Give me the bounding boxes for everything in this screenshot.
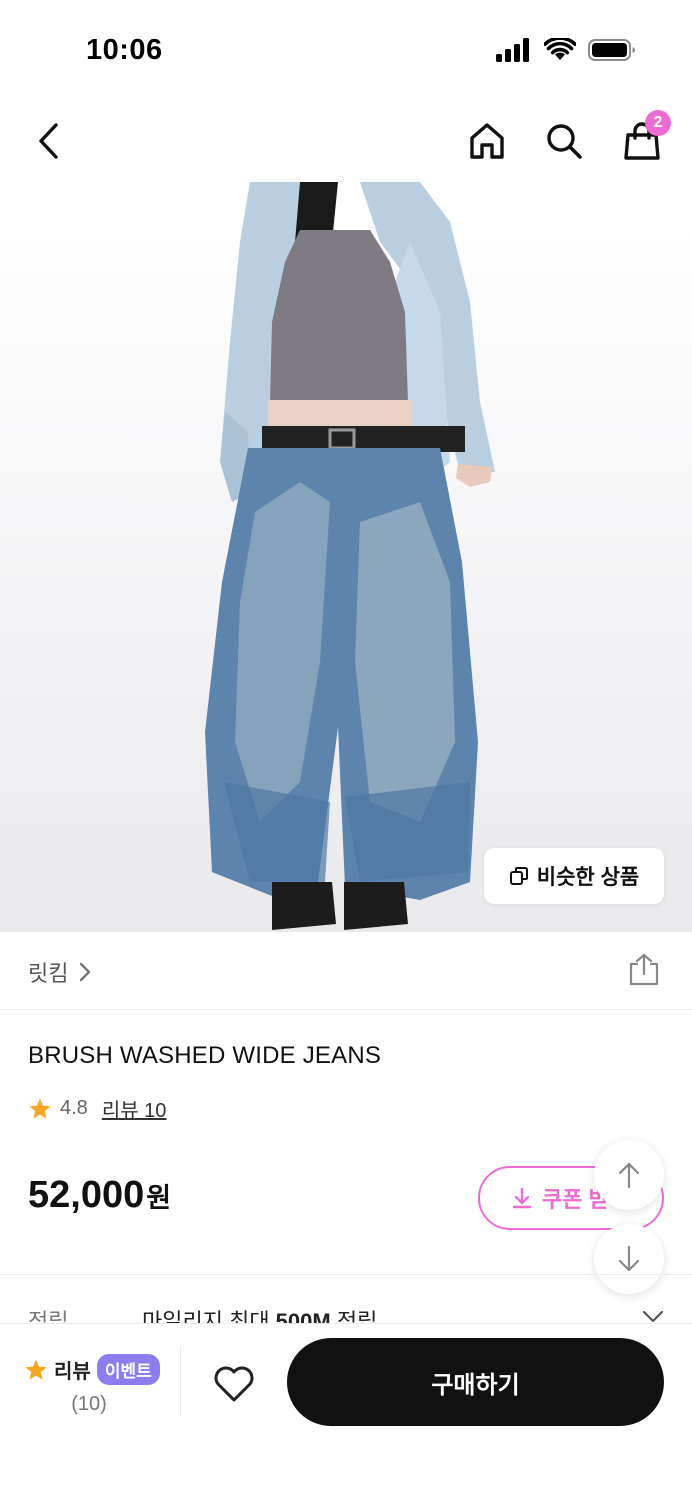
vertical-divider (180, 1346, 181, 1416)
top-nav: 2 (0, 100, 692, 182)
points-prefix: 마일리지 최대 (142, 1309, 276, 1324)
cart-button[interactable]: 2 (619, 110, 671, 164)
points-label: 적립 (28, 1309, 69, 1324)
points-text: 마일리지 최대 500M 적립 (142, 1304, 377, 1324)
arrow-down-icon (618, 1245, 640, 1272)
wifi-icon (544, 38, 576, 60)
chevron-left-icon (39, 123, 58, 159)
brand-row: 릿킴 (0, 932, 692, 1010)
similar-products-label: 비슷한 상품 (536, 866, 640, 889)
points-row[interactable]: 적립 마일리지 최대 500M 적립 (0, 1296, 692, 1324)
brand-link[interactable]: 릿킴 (28, 956, 92, 988)
status-bar: 10:06 (0, 0, 692, 100)
star-icon (29, 1098, 51, 1119)
section-divider (0, 1274, 692, 1275)
search-icon (547, 124, 582, 159)
copy-icon (509, 867, 528, 885)
home-button[interactable] (464, 118, 510, 164)
points-suffix: 적립 (330, 1309, 378, 1324)
home-icon (470, 123, 504, 159)
product-title: BRUSH WASHED WIDE JEANS (28, 1042, 382, 1069)
price-value: 52,000 (28, 1174, 145, 1216)
product-image[interactable]: 비슷한 상품 (0, 182, 692, 932)
signal-icon (496, 38, 529, 62)
cart-count-badge: 2 (645, 110, 671, 136)
rating-score: 4.8 (60, 1097, 88, 1119)
scroll-up-button[interactable] (594, 1140, 664, 1210)
download-icon (512, 1187, 532, 1209)
status-icons (496, 38, 636, 62)
review-link[interactable]: 리뷰 10 (102, 1094, 167, 1123)
search-button[interactable] (541, 118, 587, 164)
battery-icon (588, 39, 635, 61)
review-event-block[interactable]: 리뷰 이벤트 (10) (24, 1354, 164, 1416)
arrow-up-icon (618, 1162, 640, 1189)
price-unit: 원 (146, 1183, 172, 1213)
review-line: 리뷰 이벤트 (24, 1354, 164, 1385)
back-button[interactable] (26, 118, 72, 164)
points-amount: 500M (275, 1309, 331, 1324)
chevron-down-icon (642, 1310, 664, 1323)
brand-name: 릿킴 (28, 961, 69, 986)
review-count: (10) (71, 1393, 107, 1415)
review-label: 리뷰 (54, 1361, 91, 1383)
product-photo (205, 182, 495, 930)
scroll-down-button[interactable] (594, 1224, 664, 1294)
rating-row: 4.8 리뷰 10 (28, 1094, 166, 1123)
wishlist-button[interactable] (210, 1360, 258, 1408)
similar-products-button[interactable]: 비슷한 상품 (484, 848, 664, 904)
star-icon (25, 1359, 47, 1380)
bottom-action-bar: 리뷰 이벤트 (10) 구매하기 (0, 1324, 692, 1500)
price: 52,000원 (28, 1174, 171, 1217)
status-time: 10:06 (86, 34, 163, 66)
heart-icon (214, 1366, 254, 1402)
event-badge: 이벤트 (96, 1354, 160, 1385)
chevron-right-icon (80, 962, 91, 982)
buy-button[interactable]: 구매하기 (287, 1338, 664, 1426)
share-icon (629, 953, 659, 986)
share-button[interactable] (626, 952, 662, 988)
